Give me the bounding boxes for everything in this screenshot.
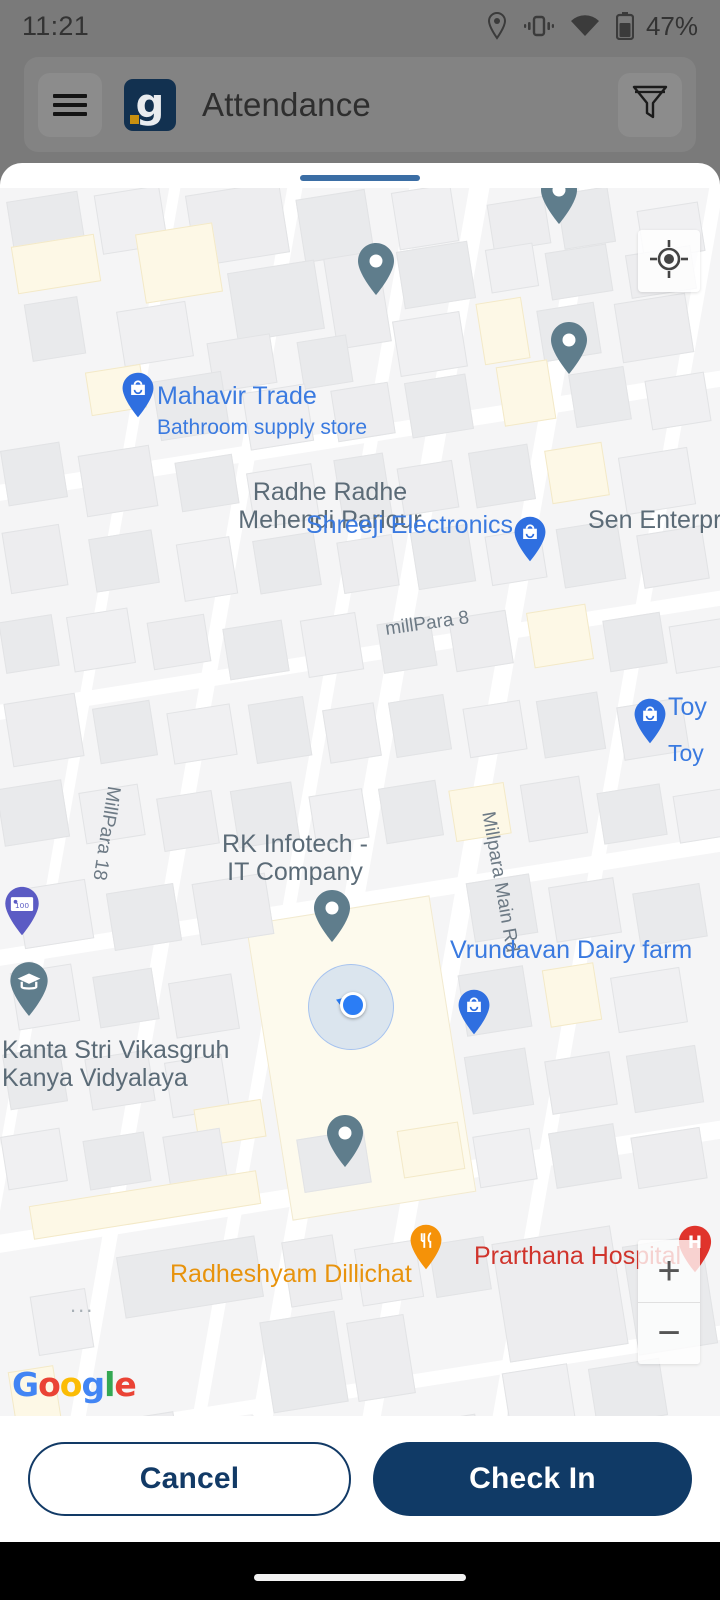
- app-logo-accent-dot: [130, 114, 139, 124]
- gray-pin-top[interactable]: [538, 188, 580, 226]
- system-navigation-bar: [0, 1542, 720, 1600]
- google-watermark: Google: [12, 1365, 137, 1404]
- map-ellipsis-mark: ...: [70, 1292, 95, 1317]
- vibrate-icon: [523, 12, 554, 40]
- zoom-in-button[interactable]: +: [638, 1240, 700, 1302]
- map-label-kanta-stri-vikasgruh[interactable]: Kanta Stri Vikasgruh Kanya Vidyalaya: [2, 1036, 229, 1092]
- current-position-blue-dot: [340, 992, 366, 1018]
- hamburger-menu-button[interactable]: [38, 72, 102, 137]
- map-label-radheshyam-dillichat[interactable]: Radheshyam Dillichat: [170, 1260, 412, 1288]
- page-title: Attendance: [202, 85, 371, 123]
- purple-atm-pin[interactable]: 100: [2, 885, 42, 937]
- gray-pin-radheshyam[interactable]: [324, 1113, 366, 1169]
- filter-funnel-icon: [630, 81, 670, 128]
- svg-text:100: 100: [15, 901, 29, 910]
- status-bar-icons: 47%: [486, 11, 698, 42]
- status-bar: 11:21 47%: [0, 0, 720, 52]
- wifi-icon: [570, 14, 600, 38]
- school-pin-kanta-stri-vikasgruh[interactable]: [6, 960, 52, 1018]
- map-label-mahavir-trade-category: Bathroom supply store: [157, 416, 368, 439]
- map-label-toy-store[interactable]: Toy: [668, 693, 707, 721]
- gray-pin-radhe-radhe[interactable]: [355, 241, 397, 297]
- blue-shop-pin-vrundavan[interactable]: [456, 988, 492, 1036]
- home-gesture-pill[interactable]: [254, 1574, 466, 1581]
- battery-icon: [615, 12, 634, 40]
- map-label-vrundavan-dairy-farm[interactable]: Vrundavan Dairy farm: [450, 936, 692, 964]
- filter-button[interactable]: [618, 72, 682, 137]
- blue-shop-pin-shreeji-electronics[interactable]: [512, 515, 548, 563]
- blue-shop-pin-mahavir-trade[interactable]: [120, 371, 156, 419]
- zoom-out-button[interactable]: −: [638, 1303, 700, 1365]
- app-logo: g: [124, 78, 176, 131]
- my-location-crosshair-icon: [649, 239, 689, 284]
- map-label-sen-enterprise[interactable]: Sen Enterpr: [588, 506, 720, 534]
- blue-shop-pin-toy-store[interactable]: [632, 697, 668, 745]
- hamburger-menu-icon: [53, 93, 87, 116]
- gray-pin-sen-enterprise[interactable]: [548, 320, 590, 376]
- sheet-drag-handle[interactable]: [300, 175, 420, 181]
- map-label-mahavir-trade[interactable]: Mahavir Trade: [157, 382, 317, 410]
- cancel-button[interactable]: Cancel: [28, 1442, 351, 1516]
- map-label-toy-store-second[interactable]: Toy: [668, 740, 704, 767]
- map-label-rk-infotech[interactable]: RK Infotech - IT Company: [185, 830, 405, 886]
- food-pin-radheshyam-dillichat[interactable]: [408, 1223, 444, 1271]
- action-bar: Cancel Check In: [0, 1416, 720, 1542]
- battery-percent-label: 47%: [645, 10, 698, 41]
- phone-screen: 11:21 47% g Attendance ... millPara 8 Mi…: [0, 0, 720, 1600]
- map-view[interactable]: ... millPara 8 MillPara 18 Millpara Main…: [0, 188, 720, 1416]
- map-zoom-controls[interactable]: + −: [638, 1240, 700, 1364]
- status-bar-clock: 11:21: [22, 10, 90, 41]
- map-label-shreeji-electronics[interactable]: Shreeji Electronics: [306, 511, 513, 539]
- check-in-button[interactable]: Check In: [373, 1442, 692, 1516]
- app-bar: g Attendance: [24, 57, 696, 152]
- app-logo-letter: g: [135, 80, 165, 127]
- map-canvas: ... millPara 8 MillPara 18 Millpara Main…: [0, 188, 720, 1416]
- map-bottom-sheet: ... millPara 8 MillPara 18 Millpara Main…: [0, 163, 720, 1542]
- location-icon: [486, 12, 508, 40]
- gray-pin-rk-infotech[interactable]: [311, 888, 353, 944]
- my-location-button[interactable]: [638, 230, 700, 292]
